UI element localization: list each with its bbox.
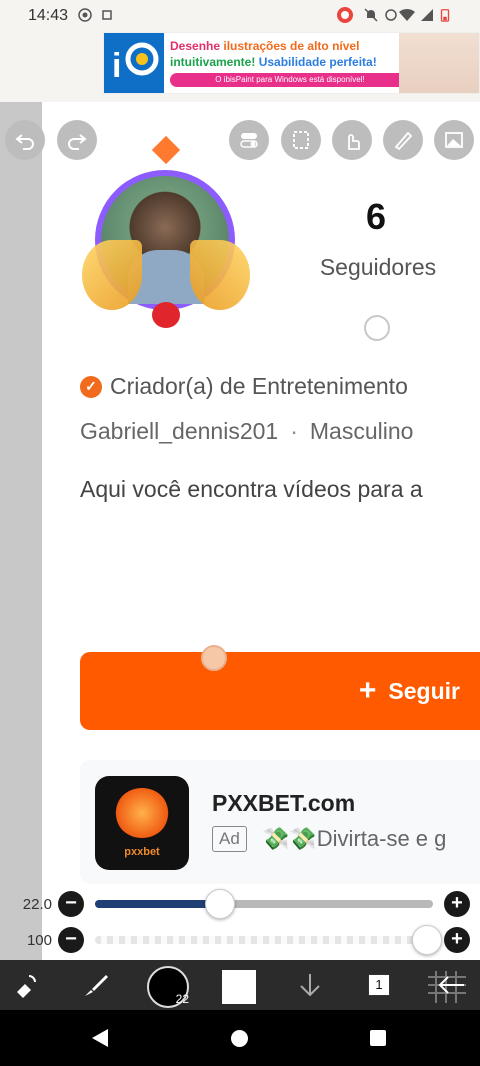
follow-button[interactable]: + Seguir: [80, 652, 480, 730]
ad-banner[interactable]: i Desenhe ilustrações de alto nível intu…: [0, 32, 480, 102]
pencil-icon: [394, 131, 413, 151]
banner-line2-b: Usabilidade perfeita!: [258, 55, 377, 69]
verified-check-icon: ✓: [80, 375, 102, 398]
laurel-left: [82, 240, 142, 310]
ad-badge: Ad: [212, 826, 247, 852]
status-time: 14:43: [28, 7, 69, 24]
move-down-button[interactable]: [290, 965, 330, 1005]
opacity-increase-button[interactable]: +: [444, 927, 470, 953]
brush-tool-button[interactable]: [76, 965, 116, 1005]
reference-image-button[interactable]: [434, 120, 474, 160]
record-icon: [78, 8, 92, 22]
arrow-down-icon: [300, 974, 320, 997]
hand-icon: [348, 134, 360, 150]
grid-back-icon: [428, 971, 466, 1003]
nav-home-icon[interactable]: [231, 1030, 248, 1047]
svg-text:i: i: [112, 47, 121, 85]
status-bar: 14:43: [0, 0, 480, 32]
signal-icon: [421, 9, 433, 21]
opacity-decrease-button[interactable]: −: [58, 927, 84, 953]
user-info: Gabriell_dennis201 · Masculino: [80, 418, 413, 445]
canvas-left-margin: [0, 102, 42, 960]
wifi-icon: [399, 8, 415, 21]
notification-icon: [102, 10, 112, 20]
secondary-color-button[interactable]: [222, 970, 256, 1004]
image-icon: [445, 132, 463, 148]
app-alert-icon: [337, 7, 353, 23]
banner-headline-a: Desenhe: [170, 39, 224, 53]
banner-pill: O ibisPaint para Windows está disponível…: [170, 73, 410, 87]
username: Gabriell_dennis201: [80, 418, 279, 444]
brush-icon: [85, 975, 108, 996]
brush-size-value: 22.0: [22, 896, 52, 913]
plus-icon: +: [358, 674, 377, 707]
redo-icon: [68, 134, 87, 150]
brush-opacity-slider[interactable]: [95, 936, 433, 944]
layer-button[interactable]: 1: [368, 974, 390, 996]
banner-character-image: [399, 33, 479, 93]
mute-icon: [364, 8, 378, 22]
back-menu-button[interactable]: [426, 965, 466, 1005]
banner-line2-a: intuitivamente!: [170, 55, 259, 69]
canvas-drag-handle[interactable]: [201, 645, 227, 671]
ad-title[interactable]: PXXBET.com: [212, 790, 355, 817]
dragon-icon: [115, 788, 169, 838]
size-increase-button[interactable]: +: [444, 891, 470, 917]
selection-button[interactable]: [281, 120, 321, 160]
ad-logo-text: pxxbet: [124, 846, 160, 858]
followers-label[interactable]: Seguidores: [300, 254, 456, 281]
creator-type: Criador(a) de Entretenimento: [110, 373, 408, 399]
brush-size-slider[interactable]: [95, 900, 433, 908]
brush-size-fill: [95, 900, 221, 908]
tool-switch-button[interactable]: [6, 965, 46, 1005]
brush-opacity-value: 100: [26, 932, 52, 949]
bio-text: Aqui você encontra vídeos para a: [80, 476, 423, 502]
undo-icon: [15, 134, 34, 150]
toggle-icon: [240, 133, 258, 148]
creator-category: ✓ Criador(a) de Entretenimento: [80, 373, 408, 400]
nav-back-icon[interactable]: [92, 1029, 108, 1047]
selection-icon: [293, 131, 309, 149]
touch-button[interactable]: [332, 120, 372, 160]
brush-size-thumb[interactable]: [205, 889, 236, 919]
brush-opacity-thumb[interactable]: [412, 925, 442, 955]
gender: Masculino: [309, 418, 414, 444]
follow-label: Seguir: [388, 677, 460, 704]
indicator-circle: [364, 315, 390, 341]
ibispaint-ad[interactable]: i Desenhe ilustrações de alto nível intu…: [103, 32, 480, 94]
ad-subtitle: 💸💸Divirta-se e g: [262, 826, 447, 851]
laurel-right: [190, 240, 250, 310]
ruler-button[interactable]: [383, 120, 423, 160]
banner-headline-b: ilustrações de alto nível: [223, 39, 360, 53]
brush-size-indicator: 22: [175, 992, 189, 1006]
battery-icon: [440, 9, 450, 22]
separator: ·: [290, 418, 298, 444]
pxxbet-logo: pxxbet: [95, 776, 189, 870]
alarm-icon: [385, 9, 397, 21]
followers-count[interactable]: 6: [340, 196, 412, 238]
size-decrease-button[interactable]: −: [58, 891, 84, 917]
ibispaint-logo: i: [104, 33, 164, 93]
nav-recents-icon[interactable]: [370, 1030, 386, 1046]
heart-icon: [152, 302, 180, 328]
eraser-switch-icon: [17, 975, 36, 998]
brush-color-button[interactable]: 22: [147, 966, 189, 1008]
undo-button[interactable]: [5, 120, 45, 160]
